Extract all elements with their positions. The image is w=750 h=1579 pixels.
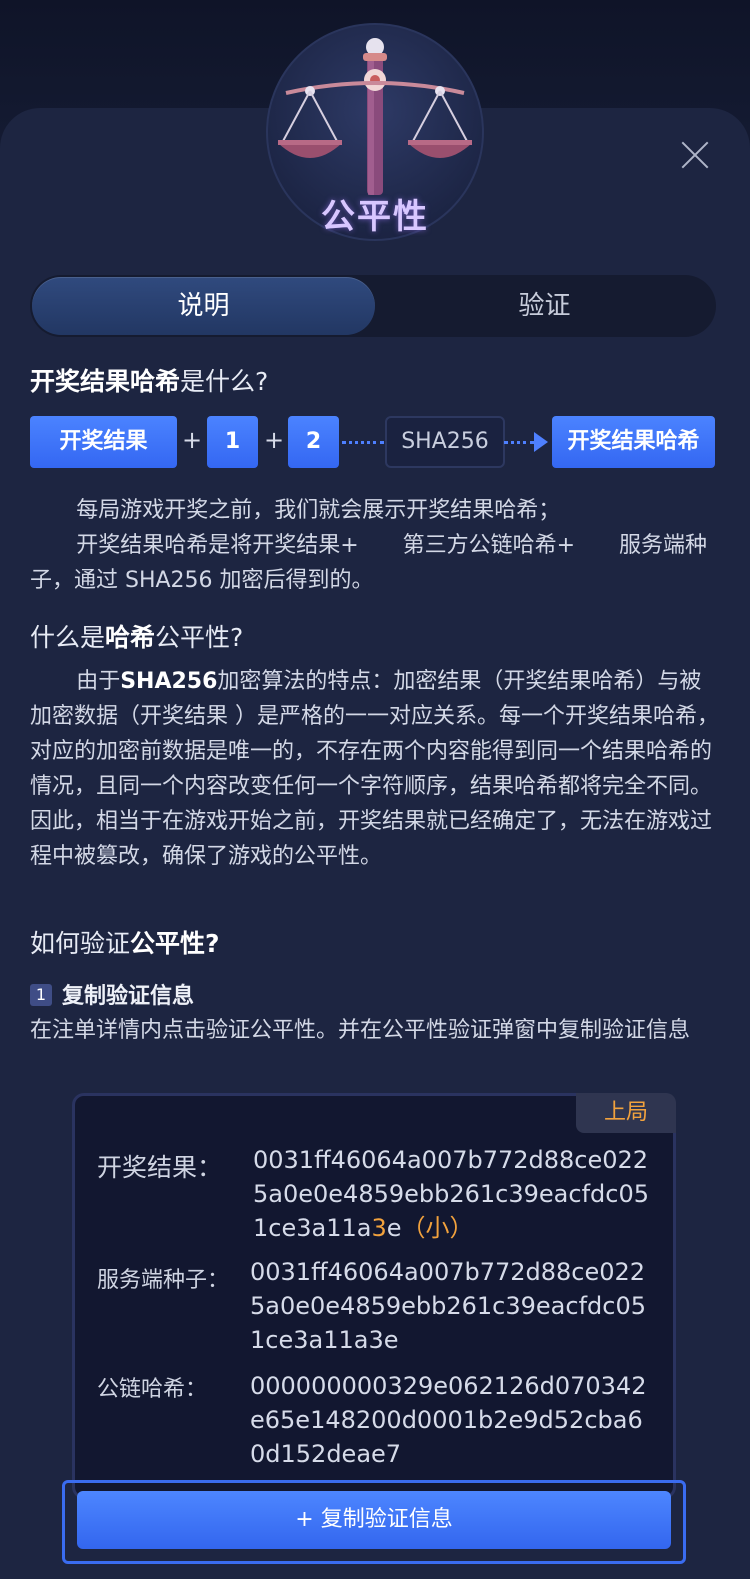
previous-round-tag: 上局 [576, 1093, 676, 1133]
formula-plus: + [264, 426, 285, 454]
tab-explain[interactable]: 说明 [32, 277, 375, 335]
result-value: 0031ff46064a007b772d88ce0225a0e0e4859ebb… [253, 1146, 649, 1242]
chain-hash-label: 公链哈希： [97, 1377, 208, 1402]
hash-formula: 开奖结果 + 1 + 2 SHA256 开奖结果哈希 [30, 416, 720, 470]
page-title: 公平性 [321, 197, 429, 237]
intro-paragraph: 开奖结果哈希是将开奖结果+ 第三方公链哈希+ 服务端种子，通过 SHA256 加… [30, 533, 708, 593]
step-title: 复制验证信息 [62, 984, 195, 1009]
step-description: 在注单详情内点击验证公平性。并在公平性验证弹窗中复制验证信息 [30, 1018, 691, 1043]
formula-dots [504, 441, 534, 444]
fairness-text: 由于SHA256加密算法的特点：加密结果（开奖结果哈希）与被加密数据（开奖结果 … [30, 664, 720, 874]
formula-result-box: 开奖结果 [30, 416, 177, 468]
fairness-paragraph: 由于SHA256加密算法的特点：加密结果（开奖结果哈希）与被加密数据（开奖结果 … [30, 669, 719, 799]
tab-bar: 说明 验证 [30, 275, 716, 337]
arrow-right-icon [534, 432, 548, 452]
formula-hash-box: 开奖结果哈希 [552, 416, 715, 468]
intro-text: 每局游戏开奖之前，我们就会展示开奖结果哈希； 开奖结果哈希是将开奖结果+ 第三方… [30, 493, 720, 598]
formula-sha-box: SHA256 [385, 416, 505, 468]
formula-chain-box: 1 [207, 416, 258, 468]
copy-verify-info-button[interactable]: + 复制验证信息 [77, 1491, 671, 1549]
copy-button-highlight: + 复制验证信息 [62, 1480, 686, 1564]
fairness-paragraph: 因此，相当于在游戏开始之前，开奖结果就已经确定了，无法在游戏过程中被篡改，确保了… [30, 809, 713, 869]
section-title-fairness: 什么是哈希公平性? [30, 623, 244, 652]
verify-info-card: 上局 开奖结果： 0031ff46064a007b772d88ce0225a0e… [72, 1093, 676, 1499]
formula-plus: + [182, 426, 203, 454]
intro-paragraph: 每局游戏开奖之前，我们就会展示开奖结果哈希； [76, 498, 561, 523]
formula-seed-box: 2 [288, 416, 339, 468]
close-icon[interactable] [680, 140, 710, 170]
fairness-emblem: 公平性 [266, 23, 484, 241]
seed-value: 0031ff46064a007b772d88ce0225a0e0e4859ebb… [250, 1258, 646, 1354]
seed-label: 服务端种子： [97, 1268, 230, 1293]
section-title-hash: 开奖结果哈希是什么? [30, 367, 269, 396]
section-title-verify: 如何验证公平性? [30, 929, 220, 958]
step-number-badge: 1 [30, 984, 52, 1006]
tab-verify[interactable]: 验证 [373, 275, 716, 337]
formula-dots [342, 441, 384, 444]
chain-hash-value: 000000000329e062126d070342e65e148200d000… [250, 1372, 647, 1468]
result-label: 开奖结果： [97, 1153, 223, 1182]
